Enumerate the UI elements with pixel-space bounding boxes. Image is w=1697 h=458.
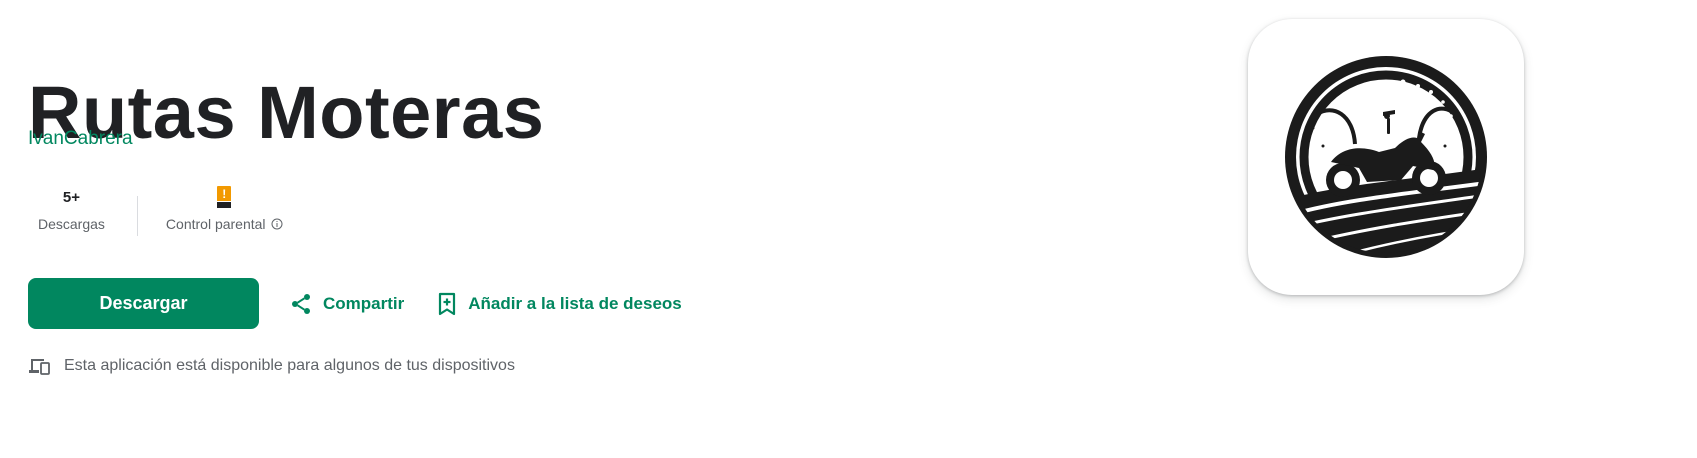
share-button[interactable]: Compartir [289, 292, 404, 316]
bookmark-add-icon [439, 292, 456, 315]
downloads-value: 5+ [62, 189, 81, 206]
motorcycle-road-logo-icon [1285, 56, 1487, 258]
content-rating-label-row: Control parental [166, 214, 283, 234]
content-rating-badge-mark: ! [217, 186, 232, 201]
developer-link[interactable]: IvanCabrera [28, 127, 133, 151]
app-icon [1248, 19, 1524, 295]
share-icon [292, 293, 310, 314]
wishlist-label: Añadir a la lista de deseos [468, 293, 682, 313]
wishlist-button[interactable]: Añadir a la lista de deseos [436, 292, 682, 316]
stats-divider [136, 196, 138, 236]
content-rating-label: Control parental [165, 216, 266, 232]
devices-icon [29, 359, 50, 375]
install-button[interactable]: Descargar [28, 278, 259, 329]
content-rating-stat[interactable]: ! Control parental [156, 186, 293, 246]
info-icon[interactable] [271, 218, 283, 230]
device-availability: Esta aplicación está disponible para alg… [28, 356, 515, 376]
share-label: Compartir [323, 293, 405, 313]
content-rating-badge-icon: ! [217, 186, 232, 208]
downloads-stat: 5+ Descargas [28, 186, 115, 246]
downloads-label: Descargas [38, 216, 105, 232]
availability-text: Esta aplicación está disponible para alg… [64, 357, 515, 374]
action-bar: Descargar Compartir Añadir a la lista de… [28, 278, 682, 329]
app-stats: 5+ Descargas ! Control parental [28, 186, 293, 246]
content-rating-value: ! [217, 186, 232, 210]
